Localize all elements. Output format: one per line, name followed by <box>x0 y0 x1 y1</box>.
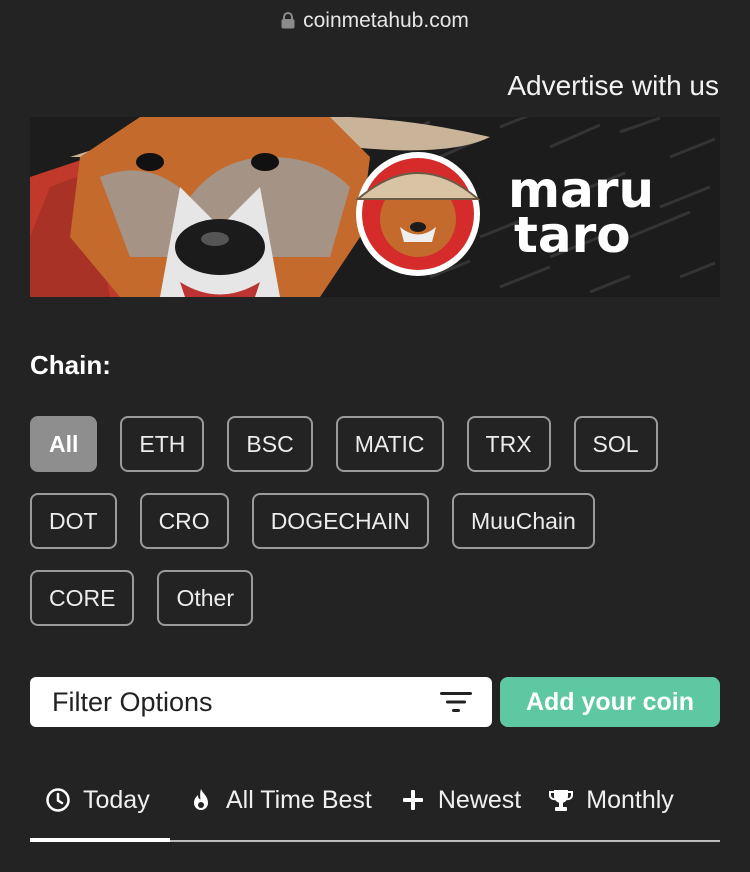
banner-artwork: maru taro <box>30 117 720 297</box>
active-tab-indicator <box>30 838 170 842</box>
tab-newest-label: Newest <box>437 785 522 814</box>
chain-chip-cro[interactable]: CRO <box>139 493 229 549</box>
chain-filter-chips: All ETH BSC MATIC TRX SOL DOT CRO DOGECH… <box>30 416 730 647</box>
chain-chip-eth[interactable]: ETH <box>120 416 205 472</box>
filter-options-label: Filter Options <box>52 686 213 717</box>
tab-newest[interactable]: Newest <box>400 772 521 828</box>
chain-chip-other[interactable]: Other <box>157 570 253 626</box>
ad-banner[interactable]: maru taro <box>30 117 720 297</box>
chain-chip-core[interactable]: CORE <box>30 570 135 626</box>
chain-chip-muuchain[interactable]: MuuChain <box>451 493 595 549</box>
chain-chip-sol[interactable]: SOL <box>573 416 658 472</box>
tab-monthly-label: Monthly <box>586 785 674 814</box>
add-coin-button[interactable]: Add your coin <box>500 677 720 727</box>
chain-heading: Chain: <box>30 350 111 380</box>
chain-chip-dogechain[interactable]: DOGECHAIN <box>251 493 429 549</box>
tab-monthly[interactable]: Monthly <box>548 772 674 828</box>
lock-icon <box>281 11 295 28</box>
tab-all-time-best-label: All Time Best <box>226 785 372 814</box>
tab-all-time-best[interactable]: All Time Best <box>188 772 372 828</box>
ranking-tabs: Today All Time Best Newest Monthly <box>30 772 720 842</box>
flame-icon <box>194 789 208 810</box>
trophy-icon <box>549 790 574 811</box>
chain-chip-dot[interactable]: DOT <box>30 493 117 549</box>
filter-options-dropdown[interactable]: Filter Options <box>30 677 492 727</box>
filter-icon <box>440 692 472 712</box>
chain-chip-all[interactable]: All <box>30 416 98 472</box>
chain-chip-bsc[interactable]: BSC <box>227 416 313 472</box>
plus-icon <box>402 790 423 810</box>
url-bar[interactable]: coinmetahub.com <box>0 0 750 42</box>
banner-brand-line2: taro <box>514 206 631 264</box>
chain-chip-matic[interactable]: MATIC <box>335 416 444 472</box>
chain-chip-trx[interactable]: TRX <box>466 416 551 472</box>
clock-icon <box>46 788 70 812</box>
tab-today[interactable]: Today <box>30 772 170 828</box>
advertise-link[interactable]: Advertise with us <box>507 70 719 102</box>
tab-today-label: Today <box>83 785 150 814</box>
url-text: coinmetahub.com <box>303 9 469 32</box>
